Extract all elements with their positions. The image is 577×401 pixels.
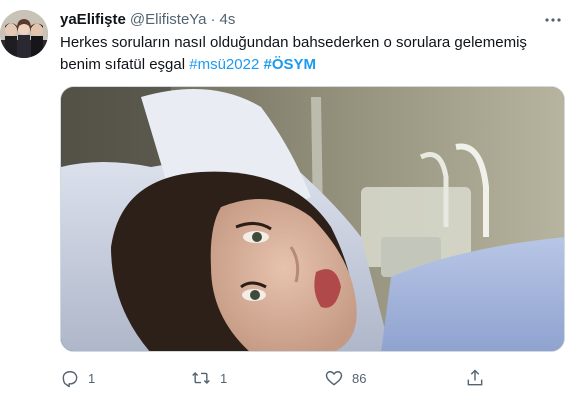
user-handle[interactable]: @ElifisteYa	[130, 10, 207, 30]
hashtag-msu2022[interactable]: #msü2022	[189, 56, 259, 73]
share-button[interactable]	[465, 366, 485, 390]
share-icon	[467, 369, 483, 386]
like-button[interactable]: 86	[324, 366, 366, 390]
separator-dot: ·	[210, 11, 216, 28]
more-options-button[interactable]	[543, 10, 563, 30]
reply-count: 1	[88, 370, 96, 386]
like-count: 86	[352, 370, 367, 386]
retweet-count: 1	[220, 370, 228, 386]
reply-icon	[62, 371, 78, 388]
tweet-text: Herkes soruların nasıl olduğundan bahsed…	[60, 32, 565, 76]
avatar[interactable]	[0, 10, 48, 58]
tweet-header: yaElifişte @ElifisteYa · 4s	[60, 10, 235, 30]
retweet-button[interactable]: 1	[190, 366, 227, 390]
tweet-media-photo[interactable]	[60, 86, 565, 352]
tweet-actions: 1 1 86	[60, 366, 490, 390]
tweet[interactable]: yaElifişte @ElifisteYa · 4s Herkes sorul…	[0, 0, 577, 401]
reply-button[interactable]: 1	[60, 366, 95, 390]
hashtag-osym[interactable]: #ÖSYM	[263, 56, 316, 73]
more-horizontal-icon	[545, 18, 561, 22]
heart-icon	[325, 371, 343, 386]
retweet-icon	[192, 371, 210, 385]
display-name[interactable]: yaElifişte	[60, 10, 126, 30]
timestamp[interactable]: 4s	[220, 10, 236, 30]
